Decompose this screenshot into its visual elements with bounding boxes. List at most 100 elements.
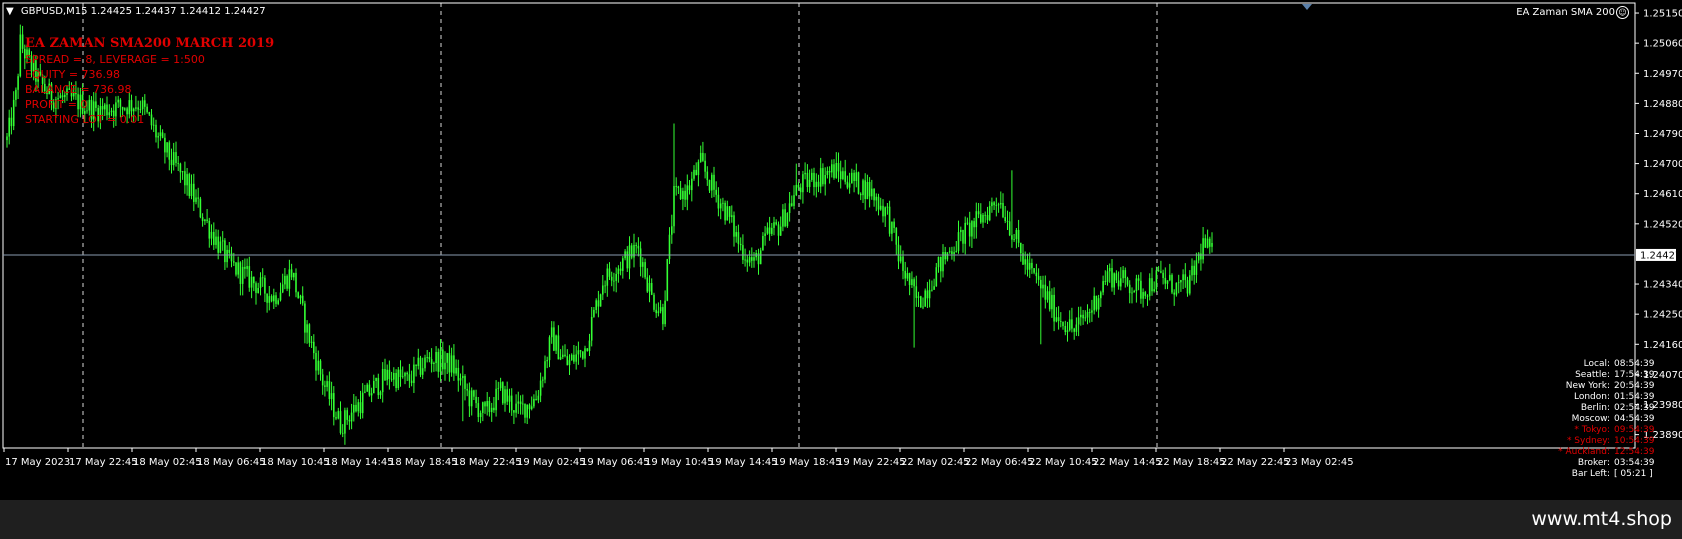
candle-body bbox=[655, 309, 657, 314]
candle-body bbox=[922, 306, 924, 308]
candle-body bbox=[602, 285, 604, 295]
candle-body bbox=[688, 185, 691, 190]
candle-body bbox=[288, 269, 291, 289]
candle-body bbox=[675, 186, 677, 187]
candle-body bbox=[475, 396, 477, 404]
candle-body bbox=[304, 303, 306, 333]
candle-body bbox=[677, 186, 680, 189]
candle-body bbox=[964, 222, 966, 244]
candle-body bbox=[1126, 278, 1129, 285]
candle-body bbox=[722, 202, 724, 204]
candle-body bbox=[1002, 203, 1004, 218]
candle-body bbox=[566, 356, 569, 366]
x-tick-label: 22 May 14:45 bbox=[1093, 457, 1162, 468]
candle-body bbox=[1162, 272, 1164, 278]
candle-body bbox=[833, 164, 835, 178]
candle-body bbox=[457, 367, 460, 381]
candle-body bbox=[893, 221, 895, 228]
candle-body bbox=[1166, 280, 1169, 284]
candle-body bbox=[1040, 279, 1042, 289]
candle-body bbox=[466, 389, 468, 391]
candle-body bbox=[1169, 274, 1171, 281]
candle-body bbox=[715, 189, 717, 195]
ea-info-line: BALANCE = 736.98 bbox=[25, 83, 132, 96]
y-tick-label: 1.24970 bbox=[1643, 69, 1682, 80]
candle-body bbox=[742, 245, 744, 260]
candle-body bbox=[248, 266, 251, 288]
candle-body bbox=[539, 380, 542, 396]
candle-body bbox=[793, 195, 795, 206]
y-tick-label: 1.24250 bbox=[1643, 310, 1682, 321]
candle-body bbox=[1191, 265, 1193, 276]
candle-body bbox=[822, 168, 824, 185]
candle-body bbox=[779, 226, 782, 236]
candle-body bbox=[1028, 262, 1031, 270]
clock-time: 01:54:39 bbox=[1614, 392, 1655, 402]
candle-body bbox=[379, 392, 382, 396]
candle-body bbox=[1157, 270, 1160, 272]
candle-body bbox=[1189, 275, 1191, 294]
candle-body bbox=[193, 183, 195, 202]
candle-body bbox=[633, 245, 635, 258]
candle-body bbox=[997, 204, 1000, 206]
candle-body bbox=[468, 390, 471, 407]
chart-window[interactable]: 1.25150 1.25060 1.24970 1.24880 1.24790 1.247… bbox=[0, 0, 1682, 500]
candle-body bbox=[657, 311, 660, 314]
candle-body bbox=[646, 277, 649, 292]
dropdown-triangle-icon[interactable]: ▼ bbox=[6, 6, 14, 17]
y-tick-label: 1.24160 bbox=[1643, 340, 1682, 351]
candle-body bbox=[542, 379, 544, 381]
candle-body bbox=[357, 402, 360, 412]
clock-time: 03:54:39 bbox=[1614, 458, 1655, 468]
candle-body bbox=[321, 374, 324, 386]
candle-body bbox=[426, 357, 428, 358]
candle-body bbox=[1024, 259, 1026, 265]
candle-body bbox=[708, 180, 711, 191]
candle-body bbox=[848, 183, 851, 188]
smiley-icon[interactable]: ☺ bbox=[1616, 6, 1629, 19]
candle-body bbox=[1160, 271, 1162, 273]
candle-body bbox=[1180, 280, 1182, 283]
ea-info-line: PROFIT = 0 bbox=[25, 98, 88, 111]
x-tick-label: 18 May 02:45 bbox=[133, 457, 202, 468]
current-price-label: 1.24427 bbox=[1640, 250, 1681, 261]
candle-body bbox=[1206, 238, 1209, 248]
y-tick-label: 1.25060 bbox=[1643, 39, 1682, 50]
candle-body bbox=[1106, 271, 1109, 282]
candle-body bbox=[419, 357, 422, 375]
candle-body bbox=[911, 279, 913, 285]
candle-body bbox=[1077, 317, 1080, 325]
candle-body bbox=[913, 279, 915, 287]
clock-city: London: bbox=[1573, 392, 1610, 402]
candle-body bbox=[1044, 284, 1047, 300]
y-tick-label: 1.24610 bbox=[1643, 189, 1682, 200]
clock-city: Berlin: bbox=[1580, 403, 1610, 413]
candle-body bbox=[373, 381, 375, 394]
candle-body bbox=[508, 395, 511, 402]
candle-body bbox=[984, 214, 986, 216]
candle-body bbox=[666, 259, 669, 301]
candle-body bbox=[1075, 324, 1078, 332]
candle-body bbox=[886, 206, 889, 208]
candle-body bbox=[915, 286, 918, 298]
world-clock-panel: Local: 08:54:39 Seattle: 17:54:39 New York: 2… bbox=[1520, 359, 1664, 480]
candle-body bbox=[370, 393, 373, 396]
candle-body bbox=[846, 181, 849, 188]
candle-body bbox=[926, 290, 929, 299]
candle-body bbox=[622, 258, 624, 271]
candle-body bbox=[559, 357, 562, 360]
candle-body bbox=[208, 220, 211, 239]
candle-body bbox=[537, 395, 540, 401]
candle-body bbox=[299, 295, 302, 299]
candle-body bbox=[1015, 230, 1018, 239]
candle-body bbox=[1082, 314, 1084, 319]
candle-body bbox=[486, 401, 488, 407]
candle-body bbox=[230, 252, 233, 262]
candle-body bbox=[704, 160, 706, 172]
candle-body bbox=[897, 244, 900, 262]
ea-info-line: STARTING LOT = 0.01 bbox=[25, 113, 145, 126]
candle-body bbox=[824, 175, 826, 185]
candle-body bbox=[1155, 270, 1158, 290]
candle-body bbox=[495, 388, 497, 411]
candle-body bbox=[295, 272, 297, 293]
